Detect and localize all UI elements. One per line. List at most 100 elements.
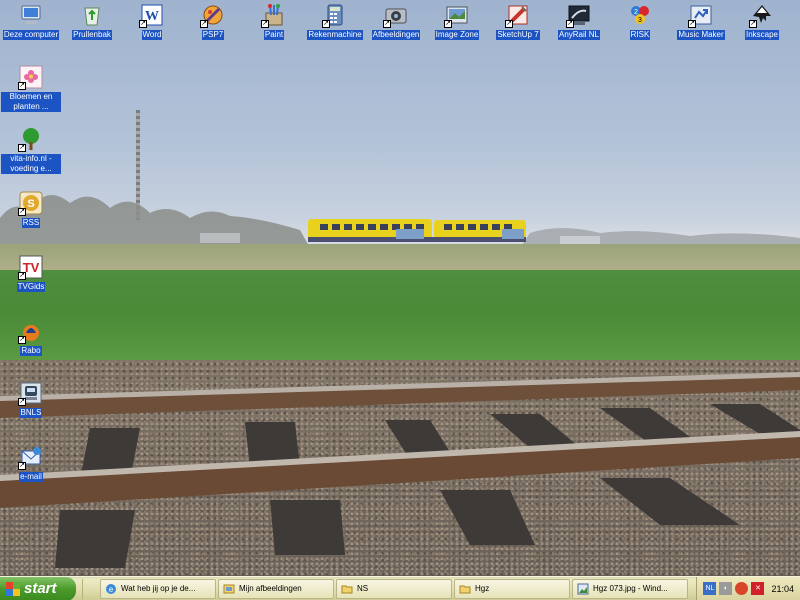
anyrail-icon: ↗ (566, 2, 592, 28)
bnls-icon: ↗ (18, 380, 44, 406)
desktop-icon-word[interactable]: W ↗ Word (121, 2, 183, 40)
shortcut-arrow-icon: ↗ (139, 20, 147, 28)
task-label: NS (357, 584, 369, 593)
folder-window-icon (223, 584, 235, 593)
icon-label: Deze computer (2, 30, 60, 40)
taskbar: start e Wat heb jij op je de... Mijn afb… (0, 576, 800, 600)
icon-label: Image Zone (434, 30, 480, 40)
task-label: Hgz (475, 584, 490, 593)
rss-icon: S ↗ (18, 190, 44, 216)
shortcut-arrow-icon: ↗ (18, 336, 26, 344)
icon-label: SketchUp 7 (496, 30, 540, 40)
shortcut-arrow-icon: ↗ (18, 398, 26, 406)
shortcut-arrow-icon: ↗ (200, 20, 208, 28)
task-label: Hgz 073.jpg - Wind... (593, 584, 668, 593)
desktop-icon-paint[interactable]: ↗ Paint (243, 2, 305, 40)
desktop-icon-deze-computer[interactable]: Deze computer (0, 2, 62, 40)
windows-logo-icon (6, 581, 20, 596)
desktop-icon-sketchup[interactable]: ↗ SketchUp 7 (487, 2, 549, 40)
paint-icon: ↗ (261, 2, 287, 28)
folder-icon (459, 585, 471, 593)
railway-track (0, 372, 800, 568)
shortcut-arrow-icon: ↗ (18, 462, 26, 470)
desktop-icon-afbeeldingen[interactable]: ↗ Afbeeldingen (365, 2, 427, 40)
svg-text:S: S (27, 198, 34, 210)
rabo-icon: ↗ (18, 318, 44, 344)
risk-icon: 23 (627, 2, 653, 28)
shortcut-arrow-icon: ↗ (18, 272, 26, 280)
desktop-icon-vita-info[interactable]: ↗ vita-info.nl - voeding e... (0, 126, 62, 174)
shortcut-arrow-icon: ↗ (749, 20, 757, 28)
shortcut-arrow-icon: ↗ (444, 20, 452, 28)
word-icon: W ↗ (139, 2, 165, 28)
antivirus-icon[interactable] (735, 582, 749, 595)
clock[interactable]: 21:04 (771, 584, 794, 594)
shortcut-arrow-icon: ↗ (505, 20, 513, 28)
flower-icon: ↗ (18, 64, 44, 90)
taskbar-button-mijn-afbeeldingen[interactable]: Mijn afbeeldingen (218, 578, 334, 599)
taskbar-button-browser[interactable]: e Wat heb jij op je de... (100, 578, 216, 599)
taskbar-button-hgz[interactable]: Hgz (454, 578, 570, 599)
svg-text:W: W (145, 9, 159, 24)
desktop-icon-prullenbak[interactable]: Prullenbak (61, 2, 123, 40)
calculator-icon: ↗ (322, 2, 348, 28)
email-icon: ↗ (18, 444, 44, 470)
taskbar-button-image-viewer[interactable]: Hgz 073.jpg - Wind... (572, 578, 688, 599)
tray-app-icon[interactable]: ◐ (719, 582, 733, 595)
desktop-icon-anyrail[interactable]: ↗ AnyRail NL (548, 2, 610, 40)
desktop-icon-psp7[interactable]: ↗ PSP7 (182, 2, 244, 40)
adobe-icon[interactable]: ✕ (751, 582, 765, 595)
desktop-icon-music-maker[interactable]: ↗ Music Maker (670, 2, 732, 40)
desktop-icon-tvgids[interactable]: TV ↗ TVGids (0, 254, 62, 292)
icon-label: RISK (629, 30, 651, 40)
icon-label: Word (141, 30, 163, 40)
shortcut-arrow-icon: ↗ (383, 20, 391, 28)
svg-text:3: 3 (638, 17, 642, 24)
icon-label: TVGids (16, 282, 46, 292)
desktop-icon-bloemen-en-planten[interactable]: ↗ Bloemen en planten ... (0, 64, 62, 112)
recycle-bin-icon (79, 2, 105, 28)
shortcut-arrow-icon: ↗ (688, 20, 696, 28)
icon-label: Prullenbak (72, 30, 112, 40)
task-label: Mijn afbeeldingen (239, 584, 302, 593)
language-indicator[interactable]: NL (703, 582, 717, 595)
my-computer-icon (18, 2, 44, 28)
icon-label: Inkscape (744, 30, 780, 40)
start-label: start (24, 580, 57, 597)
icon-label: Bloemen en planten ... (1, 92, 61, 112)
icon-label: Music Maker (677, 30, 725, 40)
icon-label: RSS (21, 218, 41, 228)
desktop-icon-bnls[interactable]: ↗ BNLS (0, 380, 62, 418)
shortcut-arrow-icon: ↗ (18, 82, 26, 90)
inkscape-icon: ↗ (749, 2, 775, 28)
icon-label: Rekenmachine (307, 30, 363, 40)
task-label: Wat heb jij op je de... (121, 584, 196, 593)
folder-icon (341, 585, 353, 593)
music-maker-icon: ↗ (688, 2, 714, 28)
icon-label: Rabo (20, 346, 42, 356)
image-zone-icon: ↗ (444, 2, 470, 28)
shortcut-arrow-icon: ↗ (18, 144, 26, 152)
desktop-icon-risk[interactable]: 23 RISK (609, 2, 671, 40)
desktop-icon-inkscape[interactable]: ↗ Inkscape (731, 2, 793, 40)
icon-label: BNLS (19, 408, 43, 418)
tv-icon: TV ↗ (18, 254, 44, 280)
camera-icon: ↗ (383, 2, 409, 28)
train (308, 219, 526, 242)
desktop-icon-rss[interactable]: S ↗ RSS (0, 190, 62, 228)
taskbar-button-ns[interactable]: NS (336, 578, 452, 599)
system-tray: NL ◐ ✕ 21:04 (696, 576, 800, 600)
desktop-icon-email[interactable]: ↗ e-mail (0, 444, 62, 482)
icon-label: vita-info.nl - voeding e... (1, 154, 61, 174)
desktop-icon-image-zone[interactable]: ↗ Image Zone (426, 2, 488, 40)
desktop-icon-rekenmachine[interactable]: ↗ Rekenmachine (304, 2, 366, 40)
icon-label: Paint (263, 30, 285, 40)
desktop-wallpaper (0, 0, 800, 576)
desktop-icon-rabo[interactable]: ↗ Rabo (0, 318, 62, 356)
icon-label: e-mail (19, 472, 43, 482)
sketchup-icon: ↗ (505, 2, 531, 28)
icon-label: Afbeeldingen (371, 30, 421, 40)
start-button[interactable]: start (0, 576, 76, 600)
shortcut-arrow-icon: ↗ (18, 208, 26, 216)
icon-label: AnyRail NL (557, 30, 600, 40)
